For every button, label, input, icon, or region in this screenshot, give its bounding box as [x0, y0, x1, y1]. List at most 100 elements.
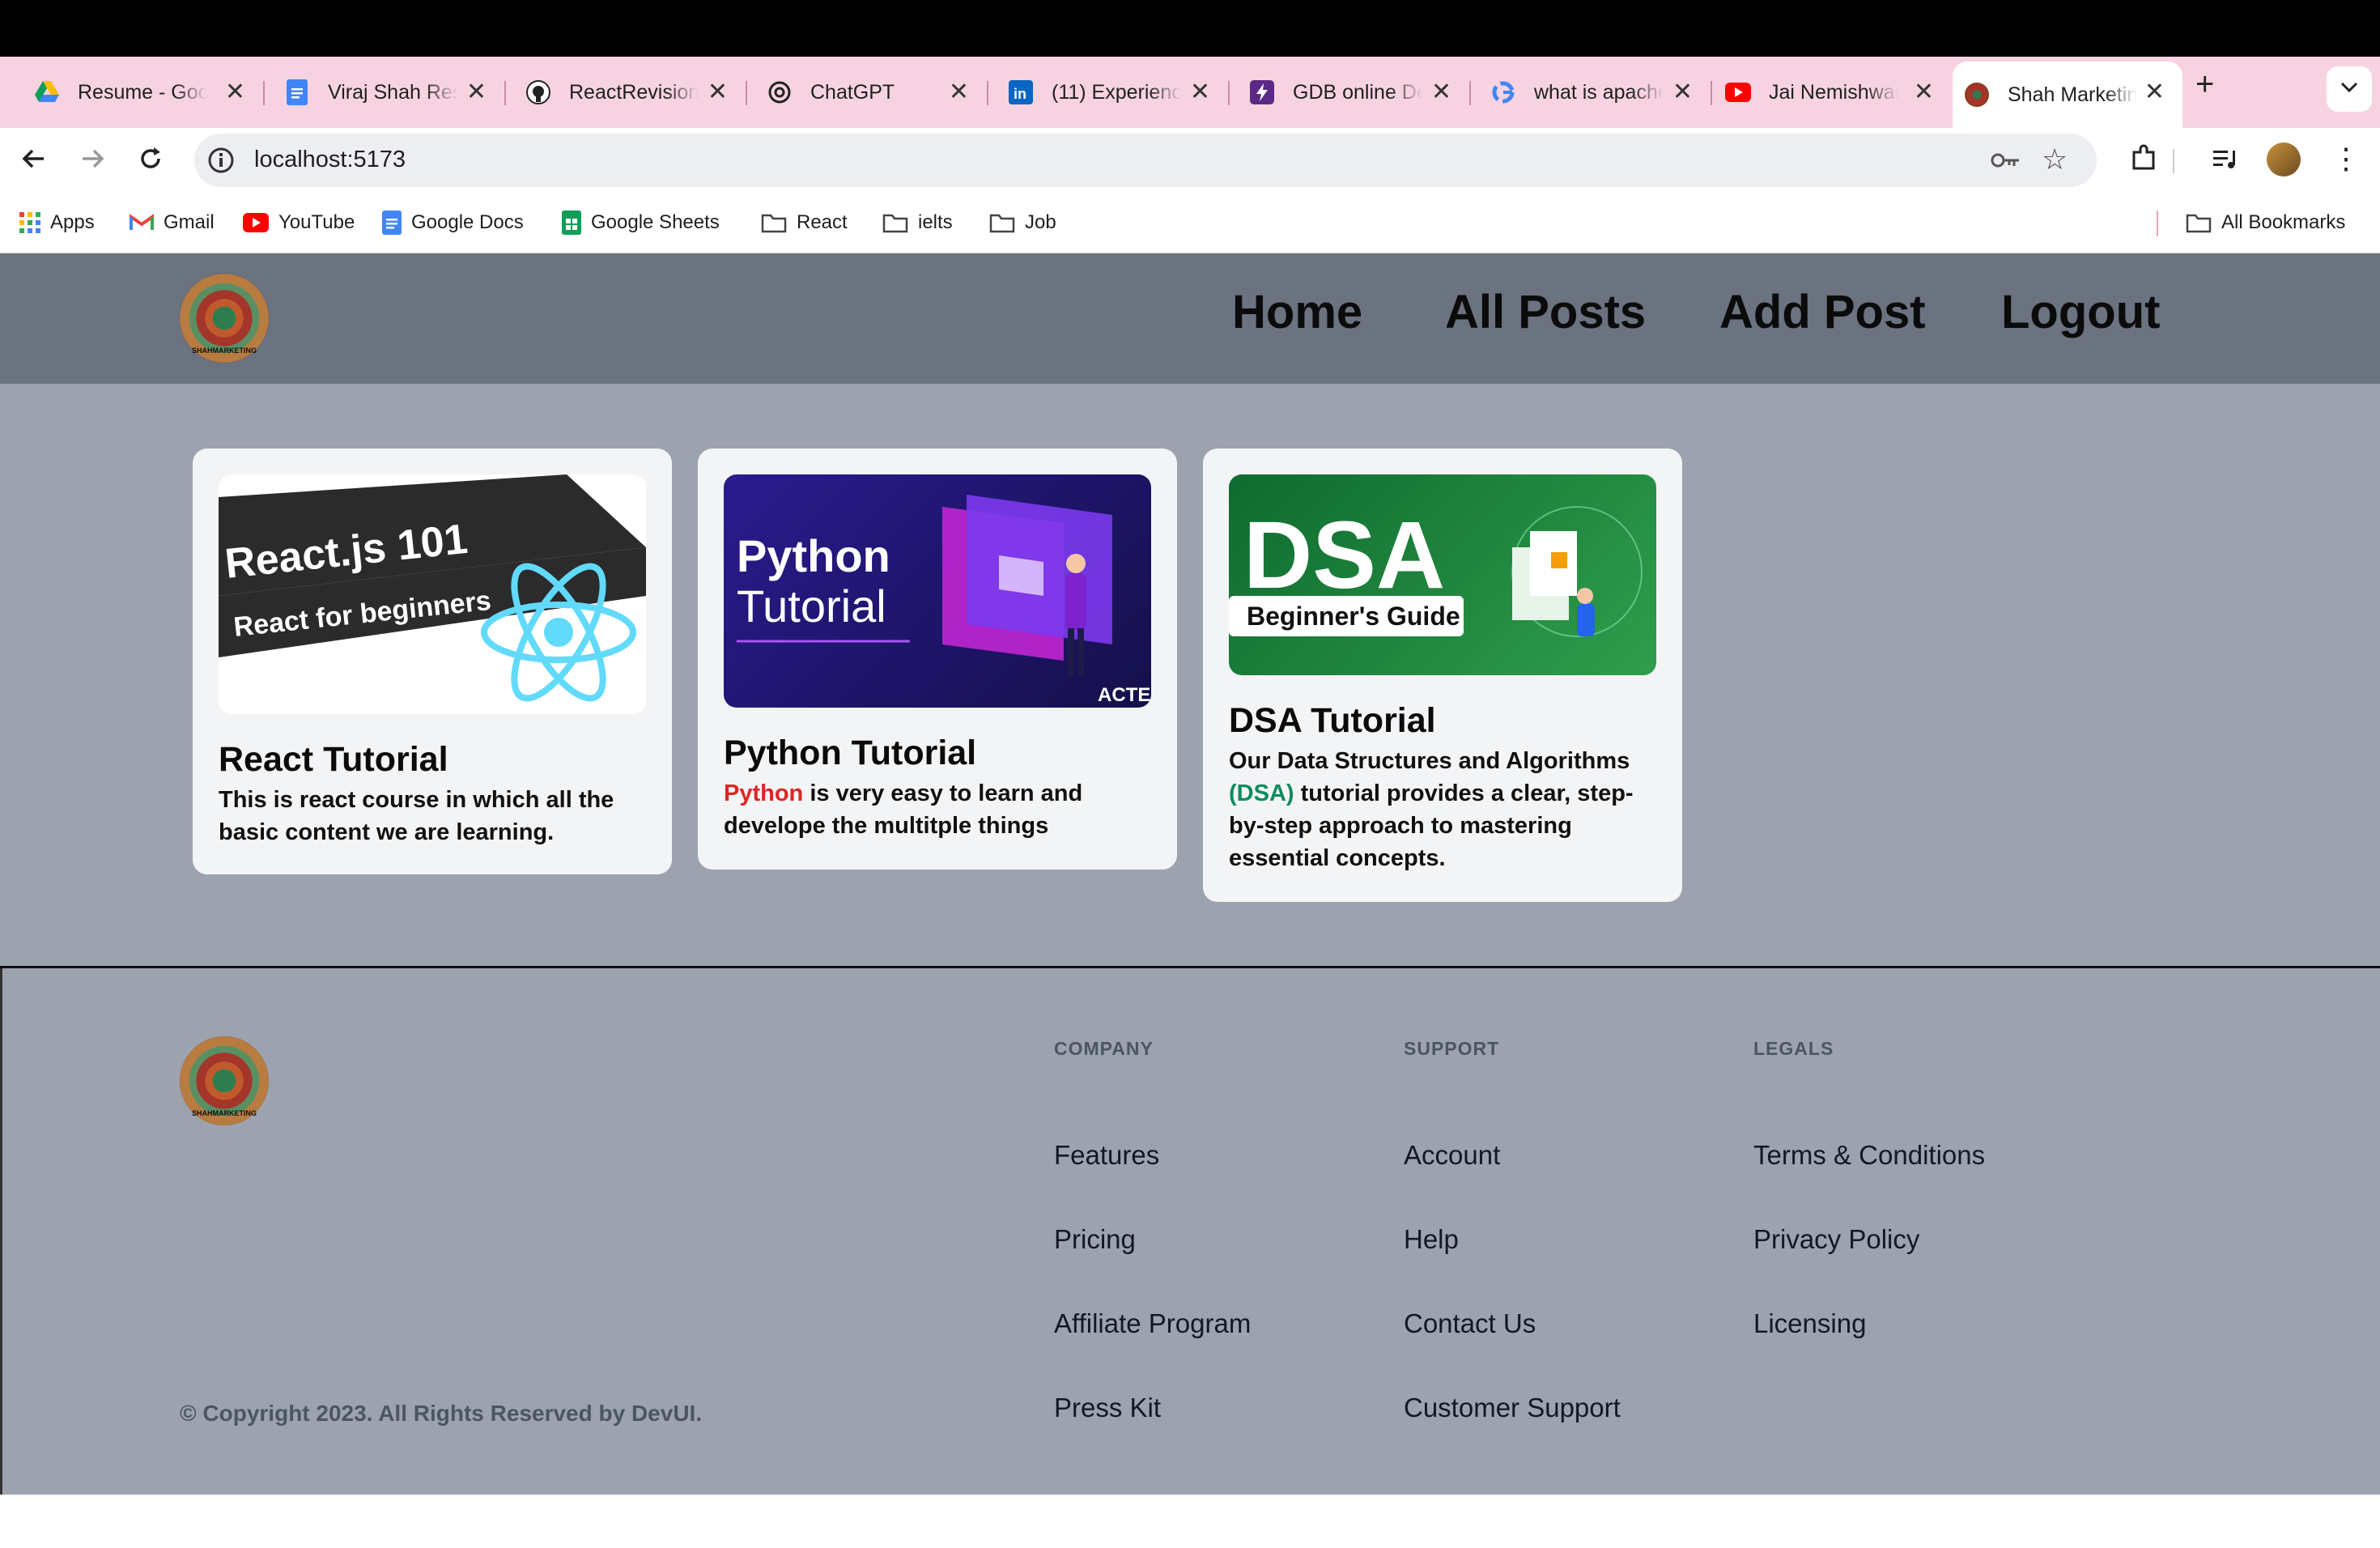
bookmark-folder-react[interactable]: React — [761, 209, 848, 236]
bookmark-label: React — [797, 211, 848, 233]
back-arrow-icon[interactable] — [19, 144, 49, 177]
copyright-text: © Copyright 2023. All Rights Reserved by… — [180, 1401, 703, 1426]
close-icon[interactable]: ✕ — [708, 78, 728, 106]
tab-title: Jai Nemishwar — [1769, 80, 1898, 104]
chatgpt-icon — [767, 79, 793, 105]
logo-text: SHAHMARKETING — [192, 1109, 257, 1117]
bookmark-folder-job[interactable]: Job — [989, 209, 1056, 236]
footer-link-contact-us[interactable]: Contact Us — [1404, 1308, 1536, 1339]
post-title: DSA Tutorial — [1229, 701, 1436, 740]
tab-strip: Resume - Google Drive ✕ Viraj Shah Resum… — [0, 57, 2380, 128]
nav-add-post[interactable]: Add Post — [1719, 285, 1926, 339]
footer-heading-company: COMPANY — [1054, 1038, 1154, 1059]
post-description: Our Data Structures and Algorithms (DSA)… — [1229, 745, 1666, 874]
reload-icon[interactable] — [136, 144, 165, 177]
youtube-icon — [243, 213, 269, 232]
description-text: Our — [1229, 748, 1277, 774]
close-icon[interactable]: ✕ — [225, 78, 245, 106]
nav-home[interactable]: Home — [1232, 285, 1362, 339]
tab-title: what is apache — [1534, 80, 1664, 104]
bookmark-apps[interactable]: Apps — [19, 209, 95, 236]
tab-google-search[interactable]: what is apache ✕ — [1471, 62, 1711, 123]
avatar[interactable] — [2267, 142, 2301, 176]
tab-chatgpt[interactable]: ChatGPT ✕ — [747, 62, 987, 123]
tab-title: (11) Experience — [1052, 80, 1181, 104]
forward-arrow-icon[interactable] — [78, 144, 107, 177]
bookmark-folder-ielts[interactable]: ielts — [882, 209, 953, 236]
gmail-icon — [130, 214, 154, 232]
thumbnail-line2: Tutorial — [737, 580, 886, 632]
footer-link-help[interactable]: Help — [1404, 1224, 1459, 1255]
dsa-highlight: (DSA) — [1229, 780, 1294, 806]
footer-heading-support: SUPPORT — [1404, 1038, 1500, 1059]
thumbnail-brand: ACTE — [1098, 684, 1150, 706]
footer-link-affiliate-program[interactable]: Affiliate Program — [1054, 1308, 1251, 1339]
footer-heading-legals: LEGALS — [1753, 1038, 1834, 1059]
bookmark-label: Gmail — [164, 211, 215, 233]
description-text: Data Structures and Algorithms — [1277, 748, 1630, 774]
close-icon[interactable]: ✕ — [1672, 78, 1693, 106]
post-card-react[interactable]: React.js 101 React for beginners React T… — [193, 449, 672, 874]
post-card-dsa[interactable]: DSA Beginner's Guide DSA Tutorial Our Da… — [1203, 449, 1682, 902]
tab-gdb[interactable]: GDB online Debugger ✕ — [1230, 62, 1469, 123]
google-icon — [1490, 79, 1516, 105]
address-bar[interactable]: localhost:5173 ☆ — [194, 134, 2097, 187]
nav-all-posts[interactable]: All Posts — [1445, 285, 1646, 339]
post-description: This is react course in which all the ba… — [219, 787, 614, 845]
bookmark-star-icon[interactable]: ☆ — [2042, 145, 2068, 174]
bookmark-gmail[interactable]: Gmail — [130, 209, 215, 236]
close-icon[interactable]: ✕ — [466, 78, 487, 106]
close-icon[interactable]: ✕ — [1190, 78, 1210, 106]
bookmark-youtube[interactable]: YouTube — [243, 209, 355, 236]
site-info-icon[interactable] — [207, 147, 235, 178]
close-icon[interactable]: ✕ — [949, 78, 969, 106]
footer-link-pricing[interactable]: Pricing — [1054, 1224, 1136, 1255]
nav-logout[interactable]: Logout — [2001, 285, 2160, 339]
footer-link-features[interactable]: Features — [1054, 1140, 1159, 1171]
close-icon[interactable]: ✕ — [2144, 78, 2165, 106]
gdb-icon — [1249, 79, 1275, 105]
tab-title: Resume - Google Drive — [78, 80, 207, 104]
footer-link-press-kit[interactable]: Press Kit — [1054, 1393, 1161, 1423]
folder-icon — [2186, 212, 2212, 233]
new-tab-button[interactable]: + — [2195, 66, 2214, 103]
google-sheets-icon — [562, 211, 581, 235]
screen-top-bar — [0, 0, 2380, 57]
footer-link-account[interactable]: Account — [1404, 1140, 1500, 1171]
tab-resume[interactable]: Resume - Google Drive ✕ — [0, 62, 263, 123]
site-logo[interactable]: SHAHMARKETING — [180, 274, 269, 363]
tab-title: Viraj Shah Resume — [328, 80, 457, 104]
footer-link-privacy-policy[interactable]: Privacy Policy — [1753, 1224, 1919, 1255]
python-highlight: Python — [724, 780, 804, 806]
media-control-icon[interactable] — [2210, 144, 2239, 177]
tab-shah-marketing[interactable]: Shah Marketing ✕ — [1953, 62, 2182, 128]
footer-logo[interactable]: SHAHMARKETING — [180, 1036, 269, 1125]
close-icon[interactable]: ✕ — [1431, 78, 1451, 106]
password-key-icon[interactable] — [1990, 148, 2021, 176]
post-thumbnail: Python Tutorial ACTE — [724, 474, 1151, 708]
linkedin-icon: in — [1008, 79, 1034, 105]
footer-link-customer-support[interactable]: Customer Support — [1404, 1393, 1621, 1423]
tab-search-button[interactable] — [2327, 66, 2372, 112]
post-card-python[interactable]: Python Tutorial ACTE Python Tutorial Pyt… — [698, 449, 1177, 870]
all-bookmarks-button[interactable]: All Bookmarks — [2186, 209, 2345, 236]
footer-link-terms[interactable]: Terms & Conditions — [1753, 1140, 1985, 1171]
bookmark-label: ielts — [918, 211, 953, 233]
bookmark-label: Apps — [50, 211, 95, 233]
close-icon[interactable]: ✕ — [1914, 78, 1934, 106]
google-docs-icon — [382, 211, 402, 235]
tab-react-revision[interactable]: ReactRevision ✕ — [506, 62, 746, 123]
footer-link-licensing[interactable]: Licensing — [1753, 1308, 1866, 1339]
tab-linkedin[interactable]: in (11) Experience ✕ — [988, 62, 1228, 123]
kebab-menu-icon[interactable]: ⋮ — [2331, 144, 2361, 173]
extensions-puzzle-icon[interactable] — [2129, 144, 2158, 177]
bookmark-google-docs[interactable]: Google Docs — [382, 209, 524, 236]
apps-grid-icon — [19, 212, 40, 233]
tab-viraj-resume[interactable]: Viraj Shah Resume ✕ — [265, 62, 504, 123]
tab-youtube[interactable]: Jai Nemishwar ✕ — [1712, 62, 1952, 123]
url-text[interactable]: localhost:5173 — [254, 147, 406, 173]
bookmark-google-sheets[interactable]: Google Sheets — [562, 209, 720, 236]
tab-title: ReactRevision — [569, 80, 699, 104]
site-logo-icon — [1964, 82, 1990, 108]
svg-text:in: in — [1014, 86, 1026, 102]
